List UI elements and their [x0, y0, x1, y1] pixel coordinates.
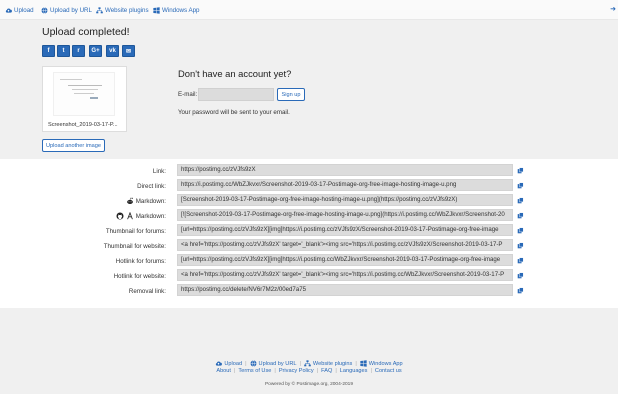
thumbnail-forums-label: Thumbnail for forums:: [105, 227, 166, 235]
markdown-reddit-field[interactable]: [Screenshot-2019-03-17-Postimage-org-fre…: [177, 194, 513, 206]
globe-icon: [41, 7, 48, 14]
facebook-glyph: f: [47, 48, 50, 54]
markdown-label: Markdown:: [135, 197, 166, 205]
upload-another-button[interactable]: Upload another image: [42, 139, 105, 152]
thumbnail-website-label: Thumbnail for website:: [103, 242, 166, 250]
email-field[interactable]: [198, 88, 274, 101]
reddit-glyph: r: [77, 48, 80, 54]
hotlink-forums-label: Hotlink for forums:: [115, 257, 166, 265]
markdown-github-field[interactable]: [![Screenshot-2019-03-17-Postimage-org-f…: [177, 209, 513, 221]
nav-upload-by-url-label: Upload by URL: [50, 7, 92, 14]
email-icon[interactable]: ✉: [122, 45, 135, 57]
windows-icon: [360, 360, 367, 367]
image-thumbnail[interactable]: Screenshot_2019-03-17-P...: [42, 66, 127, 132]
direct-link-label: Direct link:: [137, 182, 166, 190]
markdown-icon: [126, 212, 133, 220]
windows-icon: [153, 7, 160, 14]
copy-icon[interactable]: [517, 167, 524, 174]
nav-windows-app[interactable]: Windows App: [153, 5, 200, 16]
page-title: Upload completed!: [42, 26, 130, 38]
footer-upload-link[interactable]: Upload: [215, 360, 242, 367]
direct-link-field[interactable]: https://i.postimg.cc/WbZJkvxr/Screenshot…: [177, 179, 513, 191]
footer-upload-by-url-label: Upload by URL: [258, 360, 297, 367]
nav-website-plugins-label: Website plugins: [105, 7, 149, 14]
copy-icon[interactable]: [517, 287, 524, 294]
copy-icon[interactable]: [517, 212, 524, 219]
sitemap-icon: [304, 360, 311, 367]
footer-contact-link[interactable]: Contact us: [375, 368, 402, 374]
copy-icon[interactable]: [517, 242, 524, 249]
footer-privacy-link[interactable]: Privacy Policy: [279, 368, 314, 374]
cloud-upload-icon: [5, 8, 12, 13]
separator: |: [355, 360, 357, 367]
separator: |: [245, 360, 247, 367]
nav-upload-by-url[interactable]: Upload by URL: [41, 5, 92, 16]
footer-upload-label: Upload: [224, 360, 243, 367]
link-label: Link:: [152, 167, 166, 175]
nav-windows-app-label: Windows App: [162, 7, 200, 14]
sign-in-arrow-icon[interactable]: ➜: [610, 5, 616, 13]
removal-link-label: Removal link:: [128, 287, 166, 295]
copy-icon[interactable]: [517, 227, 524, 234]
sign-up-button[interactable]: Sign up: [277, 88, 305, 101]
footer-website-plugins-link[interactable]: Website plugins: [304, 360, 352, 367]
markdown-github-row-label: Markdown:: [0, 211, 166, 221]
password-note: Your password will be sent to your email…: [178, 109, 290, 116]
thumbnail-website-field[interactable]: <a href='https://postimg.cc/zVJfs9zX' ta…: [177, 239, 513, 251]
footer-links: About | Terms of Use | Privacy Policy | …: [0, 367, 618, 375]
footer-upload-by-url-link[interactable]: Upload by URL: [250, 360, 297, 367]
separator: |: [233, 368, 236, 374]
vk-icon[interactable]: vk: [106, 45, 119, 57]
separator: |: [299, 360, 301, 367]
hotlink-website-field[interactable]: <a href='https://postimg.cc/zVJfs9zX' ta…: [177, 269, 513, 281]
copyright: Powered by © Postimage.org, 2004-2019: [264, 382, 354, 387]
separator: |: [370, 368, 372, 374]
sitemap-icon: [96, 7, 103, 14]
thumbnail-caption: Screenshot_2019-03-17-P...: [48, 122, 118, 128]
footer-terms-link[interactable]: Terms of Use: [238, 368, 271, 374]
copy-icon[interactable]: [517, 272, 524, 279]
nav-upload-label: Upload: [14, 7, 34, 14]
footer-windows-app-label: Windows App: [368, 360, 403, 367]
globe-icon: [250, 360, 257, 367]
facebook-icon[interactable]: f: [42, 45, 55, 57]
github-icon: [116, 212, 124, 220]
twitter-glyph: t: [62, 48, 65, 54]
top-navigation: Upload Upload by URL Website plugins Win…: [0, 0, 618, 20]
link-field[interactable]: https://postimg.cc/zVJfs9zX: [177, 164, 513, 176]
removal-link-field[interactable]: https://postimg.cc/delete/NV6r7M2z/00ed7…: [177, 284, 513, 296]
thumbnail-forums-field[interactable]: [url=https://postimg.cc/zVJfs9zX][img]ht…: [177, 224, 513, 236]
footer-about-link[interactable]: About: [216, 368, 231, 374]
hotlink-forums-field[interactable]: [url=https://postimg.cc/zVJfs9zX][img]ht…: [177, 254, 513, 266]
markdown-reddit-row-label: Markdown:: [0, 196, 166, 206]
copy-icon[interactable]: [517, 182, 524, 189]
reddit-alien-icon: [126, 197, 133, 205]
vk-glyph: vk: [109, 48, 116, 54]
footer-languages-link[interactable]: Languages: [340, 368, 368, 374]
thumbnail-preview: [53, 72, 115, 116]
footer-faq-link[interactable]: FAQ: [321, 368, 332, 374]
footer-website-plugins-label: Website plugins: [312, 360, 353, 367]
nav-website-plugins[interactable]: Website plugins: [96, 5, 149, 16]
copy-icon[interactable]: [517, 197, 524, 204]
footer-windows-app-link[interactable]: Windows App: [360, 360, 403, 367]
twitter-icon[interactable]: t: [57, 45, 70, 57]
markdown-label: Markdown:: [135, 212, 166, 220]
copy-icon[interactable]: [517, 257, 524, 264]
reddit-icon[interactable]: r: [72, 45, 85, 57]
email-label: E-mail:: [178, 91, 198, 98]
separator: |: [274, 368, 276, 374]
google-plus-icon[interactable]: G+: [89, 45, 102, 57]
separator: |: [335, 368, 337, 374]
account-heading: Don't have an account yet?: [178, 68, 292, 79]
separator: |: [316, 368, 319, 374]
cloud-upload-icon: [216, 361, 223, 366]
hotlink-website-label: Hotlink for website:: [113, 272, 166, 280]
nav-upload[interactable]: Upload: [5, 5, 34, 16]
email-glyph: ✉: [125, 48, 132, 55]
google-plus-glyph: G+: [91, 48, 100, 54]
